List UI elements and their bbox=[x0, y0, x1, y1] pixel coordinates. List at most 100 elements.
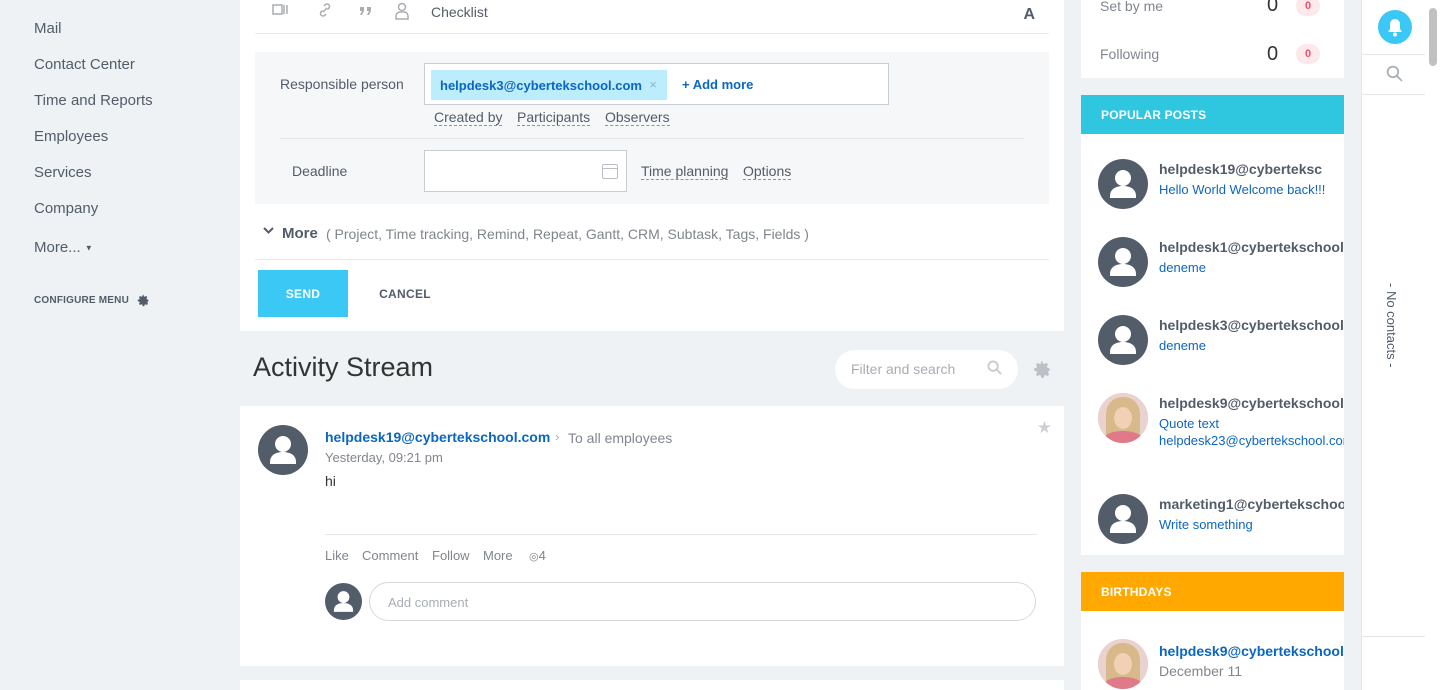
gear-icon bbox=[137, 294, 149, 307]
user-photo-avatar[interactable] bbox=[1098, 393, 1148, 443]
popular-post-link[interactable]: Hello World Welcome back!!! bbox=[1159, 181, 1339, 198]
chip-label: helpdesk3@cybertekschool.com bbox=[440, 77, 642, 93]
bar-divider bbox=[1362, 636, 1426, 637]
task-fields: Responsible person helpdesk3@cyberteksch… bbox=[255, 52, 1049, 204]
like-button[interactable]: Like bbox=[325, 548, 349, 563]
bar-divider bbox=[1362, 94, 1426, 95]
popular-post-author[interactable]: helpdesk9@cybertekschool. bbox=[1159, 395, 1344, 411]
post-body: hi bbox=[325, 473, 336, 489]
popular-post-author[interactable]: helpdesk3@cybertekschool. bbox=[1159, 317, 1344, 333]
right-messenger-bar: - No contacts - bbox=[1361, 0, 1426, 690]
star-icon[interactable]: ★ bbox=[1037, 418, 1052, 438]
post-divider bbox=[325, 534, 1037, 535]
eye-icon: ◎ bbox=[529, 551, 539, 563]
send-button[interactable]: SEND bbox=[258, 270, 348, 317]
birthdays-header: BIRTHDAYS bbox=[1081, 572, 1344, 612]
post-timestamp[interactable]: Yesterday, 09:21 pm bbox=[325, 450, 443, 465]
quote-block-icon[interactable] bbox=[272, 2, 290, 21]
post-author-link[interactable]: helpdesk19@cybertekschool.com bbox=[325, 429, 550, 445]
deadline-label: Deadline bbox=[292, 163, 348, 179]
quote-icon[interactable] bbox=[359, 2, 373, 25]
editor-toolbar: Checklist A bbox=[255, 0, 1049, 34]
arrow-right-icon: › bbox=[555, 429, 560, 444]
page-title: Activity Stream bbox=[253, 352, 434, 382]
avatar[interactable] bbox=[1098, 315, 1148, 365]
responsible-input[interactable]: helpdesk3@cybertekschool.com × + Add mor… bbox=[424, 63, 889, 105]
more-toggle[interactable]: More bbox=[282, 225, 318, 242]
nav-item-more[interactable]: More... ▼ bbox=[34, 239, 93, 256]
avatar[interactable] bbox=[258, 425, 308, 475]
checklist-button[interactable]: Checklist bbox=[431, 4, 488, 20]
nav-item-company[interactable]: Company bbox=[34, 200, 98, 217]
bar-divider bbox=[1362, 54, 1426, 55]
views-counter: ◎4 bbox=[529, 548, 546, 563]
counter-label[interactable]: Set by me bbox=[1100, 0, 1163, 14]
configure-menu-label: CONFIGURE MENU bbox=[34, 295, 130, 306]
popular-posts-header: POPULAR POSTS bbox=[1081, 95, 1344, 135]
birthday-date: December 11 bbox=[1159, 663, 1243, 679]
no-contacts-label: - No contacts - bbox=[1384, 283, 1399, 368]
more-options-list[interactable]: ( Project, Time tracking, Remind, Repeat… bbox=[326, 226, 809, 242]
search-icon[interactable] bbox=[987, 360, 1002, 380]
counter-badge[interactable]: 0 bbox=[1296, 0, 1320, 16]
chevron-down-icon[interactable] bbox=[263, 224, 274, 238]
popular-post-author[interactable]: helpdesk19@cyberteksc bbox=[1159, 161, 1322, 177]
user-photo-avatar[interactable] bbox=[1098, 639, 1148, 689]
bell-icon bbox=[1388, 19, 1402, 37]
follow-button[interactable]: Follow bbox=[432, 548, 470, 563]
counter-badge[interactable]: 0 bbox=[1296, 44, 1320, 64]
nav-item-services[interactable]: Services bbox=[34, 164, 92, 181]
cancel-button[interactable]: CANCEL bbox=[368, 270, 442, 317]
filter-search-input[interactable]: Filter and search bbox=[835, 350, 1018, 389]
activity-post: helpdesk19@cybertekschool.com › To all e… bbox=[240, 406, 1064, 666]
search-icon[interactable] bbox=[1386, 65, 1403, 87]
next-post-card bbox=[240, 680, 1064, 690]
calendar-icon[interactable] bbox=[602, 164, 618, 179]
more-button[interactable]: More bbox=[483, 548, 513, 563]
avatar[interactable] bbox=[1098, 494, 1148, 544]
created-by-link[interactable]: Created by bbox=[434, 109, 503, 126]
scrollbar-thumb[interactable] bbox=[1429, 8, 1437, 66]
birthdays-list: helpdesk9@cybertekschool. December 11 bbox=[1081, 611, 1344, 690]
stream-settings-gear-icon[interactable] bbox=[1033, 360, 1052, 384]
options-link[interactable]: Options bbox=[743, 163, 792, 180]
deadline-input[interactable] bbox=[424, 150, 627, 192]
responsible-label: Responsible person bbox=[280, 76, 404, 92]
page-scrollbar[interactable] bbox=[1425, 0, 1440, 690]
configure-menu-button[interactable]: CONFIGURE MENU bbox=[34, 294, 150, 307]
avatar[interactable] bbox=[1098, 237, 1148, 287]
add-comment-input[interactable]: Add comment bbox=[369, 582, 1036, 621]
notifications-button[interactable] bbox=[1378, 10, 1412, 44]
counter-value[interactable]: 0 bbox=[1267, 0, 1278, 17]
nav-item-time-and-reports[interactable]: Time and Reports bbox=[34, 92, 153, 109]
comment-avatar bbox=[325, 583, 362, 620]
participants-link[interactable]: Participants bbox=[517, 109, 591, 126]
counter-value[interactable]: 0 bbox=[1267, 43, 1278, 66]
field-divider bbox=[280, 138, 1024, 139]
chip-remove-icon[interactable]: × bbox=[649, 77, 657, 92]
link-icon[interactable] bbox=[317, 2, 333, 21]
comment-button[interactable]: Comment bbox=[362, 548, 418, 563]
avatar[interactable] bbox=[1098, 159, 1148, 209]
popular-post-link[interactable]: deneme bbox=[1159, 337, 1339, 354]
filter-placeholder: Filter and search bbox=[851, 361, 956, 377]
counter-label[interactable]: Following bbox=[1100, 46, 1159, 62]
popular-post-link[interactable]: Quote text helpdesk23@cybertekschool.com bbox=[1159, 415, 1344, 449]
birthday-user-link[interactable]: helpdesk9@cybertekschool. bbox=[1159, 643, 1344, 659]
popular-post-link[interactable]: deneme bbox=[1159, 259, 1339, 276]
nav-item-employees[interactable]: Employees bbox=[34, 128, 108, 145]
popular-posts-list: helpdesk19@cyberteksc Hello World Welcom… bbox=[1081, 134, 1344, 555]
popular-post-author[interactable]: marketing1@cybertekschoo bbox=[1159, 496, 1344, 512]
nav-item-mail[interactable]: Mail bbox=[34, 20, 62, 37]
post-destination[interactable]: To all employees bbox=[568, 430, 672, 446]
popular-post-author[interactable]: helpdesk1@cybertekschool. bbox=[1159, 239, 1344, 255]
time-planning-link[interactable]: Time planning bbox=[641, 163, 729, 180]
left-sidebar: Mail Contact Center Time and Reports Emp… bbox=[0, 0, 240, 690]
nav-item-contact-center[interactable]: Contact Center bbox=[34, 56, 135, 73]
responsible-chip[interactable]: helpdesk3@cybertekschool.com × bbox=[431, 70, 667, 100]
observers-link[interactable]: Observers bbox=[605, 109, 670, 126]
add-more-link[interactable]: + Add more bbox=[682, 77, 753, 92]
user-mention-icon[interactable] bbox=[394, 2, 410, 23]
popular-post-link[interactable]: Write something bbox=[1159, 516, 1339, 533]
font-format-button[interactable]: A bbox=[1023, 6, 1035, 24]
